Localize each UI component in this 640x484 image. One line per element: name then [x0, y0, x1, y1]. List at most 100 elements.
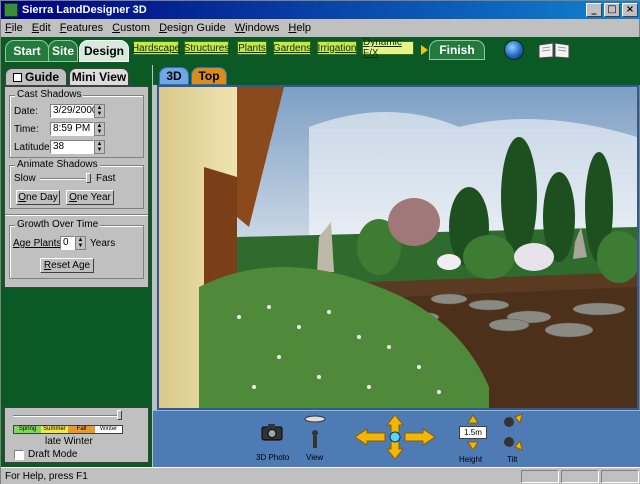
- animate-shadows-group: Animate Shadows Slow Fast One Day One Ye…: [9, 159, 144, 209]
- speed-slider-thumb[interactable]: [86, 173, 91, 183]
- height-up-icon[interactable]: [467, 414, 479, 424]
- cast-shadows-group: Cast Shadows Date: 3/29/2000 ▲ ▼ Time: 8:…: [9, 89, 144, 158]
- menu-edit[interactable]: Edit: [32, 22, 51, 34]
- slow-label: Slow: [14, 173, 36, 184]
- one-day-label: One Day: [18, 192, 58, 203]
- season-bar: Spring Summer Fall Winter: [13, 425, 123, 434]
- fast-label: Fast: [96, 173, 116, 184]
- tilt-label: Tilt: [507, 455, 518, 464]
- season-winter: Winter: [95, 426, 122, 433]
- season-slider-thumb[interactable]: [117, 410, 122, 420]
- subtab-dynamic-fx[interactable]: Dynamic F/X: [362, 37, 414, 59]
- main-nav: Start Site Design Hardscape Structures P…: [1, 37, 640, 65]
- globe-icon[interactable]: [504, 40, 524, 60]
- tab-guide[interactable]: Guide: [5, 68, 67, 86]
- menu-windows[interactable]: Windows: [235, 22, 280, 34]
- years-label: Years: [90, 238, 116, 249]
- maximize-button[interactable]: □: [604, 3, 620, 17]
- 3d-viewport[interactable]: [157, 85, 639, 410]
- status-bar: For Help, press F1: [1, 467, 640, 484]
- tab-finish[interactable]: Finish: [429, 40, 485, 60]
- menu-file[interactable]: File: [5, 22, 23, 34]
- view-label: View: [306, 453, 324, 462]
- season-summer: Summer: [41, 426, 68, 433]
- book-icon[interactable]: [537, 42, 571, 59]
- latitude-field[interactable]: 38: [50, 140, 94, 154]
- camera-icon[interactable]: [261, 423, 283, 441]
- age-spinner[interactable]: ▲ ▼: [75, 236, 86, 250]
- one-year-label: One Year: [69, 192, 111, 203]
- app-window: Sierra LandDesigner 3D _ □ × File Edit F…: [0, 0, 640, 484]
- mini-view-panel: Cast Shadows Date: 3/29/2000 ▲ ▼ Time: 8:…: [4, 86, 149, 288]
- season-slider-track[interactable]: [13, 415, 121, 417]
- menu-custom[interactable]: Custom: [112, 22, 150, 34]
- growth-group: Growth Over Time Age Plants: 0 ▲ ▼ Years …: [9, 219, 144, 279]
- app-icon: [4, 3, 18, 17]
- subtab-hardscape[interactable]: Hardscape: [132, 41, 180, 55]
- one-year-button[interactable]: One Year: [66, 190, 114, 205]
- one-day-button[interactable]: One Day: [16, 190, 60, 205]
- subtab-gardens[interactable]: Gardens: [273, 41, 311, 55]
- window-title: Sierra LandDesigner 3D: [22, 4, 147, 16]
- close-button[interactable]: ×: [622, 3, 638, 17]
- panel-divider: [5, 214, 148, 216]
- time-label: Time:: [14, 124, 39, 135]
- height-label: Height: [459, 455, 483, 464]
- reset-age-label: Reset Age: [43, 260, 91, 271]
- tab-design[interactable]: Design: [79, 40, 129, 62]
- reset-age-button[interactable]: Reset Age: [40, 258, 94, 273]
- height-field[interactable]: 1.5m: [459, 426, 487, 439]
- time-spinner[interactable]: ▲ ▼: [94, 122, 105, 136]
- status-cell-2: [561, 470, 599, 483]
- tab-guide-label: Guide: [24, 70, 59, 84]
- arrow-right-icon: [421, 45, 428, 55]
- cast-shadows-title: Cast Shadows: [15, 89, 84, 100]
- view-tabs: 3D Top: [153, 65, 640, 85]
- tilt-up-icon[interactable]: [503, 413, 523, 429]
- time-field[interactable]: 8:59 PM: [50, 122, 94, 136]
- subtab-irrigation[interactable]: Irrigation: [317, 41, 357, 55]
- date-spinner[interactable]: ▲ ▼: [94, 104, 105, 118]
- tab-mini-view[interactable]: Mini View: [69, 68, 129, 86]
- menu-design-guide[interactable]: Design Guide: [159, 22, 226, 34]
- age-plants-label: Age Plants:: [13, 238, 65, 249]
- height-down-icon[interactable]: [467, 441, 479, 451]
- tab-top[interactable]: Top: [191, 67, 227, 85]
- tab-3d[interactable]: 3D: [159, 67, 189, 85]
- season-current: late Winter: [45, 436, 93, 447]
- subtab-structures[interactable]: Structures: [184, 41, 229, 55]
- 3d-photo-label: 3D Photo: [256, 453, 290, 462]
- animate-shadows-title: Animate Shadows: [15, 159, 100, 170]
- tilt-down-icon[interactable]: [503, 435, 523, 451]
- latitude-spinner[interactable]: ▲ ▼: [94, 140, 105, 154]
- window-controls: _ □ ×: [586, 3, 638, 17]
- title-bar: Sierra LandDesigner 3D _ □ ×: [1, 1, 640, 19]
- status-text: For Help, press F1: [5, 471, 88, 482]
- draft-mode-label: Draft Mode: [28, 449, 78, 460]
- guide-icon: [12, 72, 22, 82]
- garden-scene-image: [159, 87, 637, 408]
- age-field[interactable]: 0: [60, 236, 75, 250]
- season-panel: Spring Summer Fall Winter late Winter Dr…: [4, 407, 149, 463]
- date-label: Date:: [14, 106, 38, 117]
- growth-title: Growth Over Time: [15, 219, 101, 230]
- left-panel: Guide Mini View Cast Shadows Date: 3/29/…: [1, 65, 152, 467]
- draft-mode-checkbox[interactable]: [14, 450, 24, 460]
- season-spring: Spring: [14, 426, 41, 433]
- tab-start[interactable]: Start: [5, 40, 49, 62]
- season-fall: Fall: [68, 426, 95, 433]
- speed-slider-track[interactable]: [40, 178, 92, 180]
- menu-bar: File Edit Features Custom Design Guide W…: [1, 19, 640, 37]
- menu-features[interactable]: Features: [60, 22, 103, 34]
- view-person-icon[interactable]: [303, 413, 327, 453]
- latitude-label: Latitude:: [14, 142, 53, 153]
- subtab-plants[interactable]: Plants: [237, 41, 267, 55]
- status-cells: [521, 470, 639, 483]
- status-cell-3: [601, 470, 639, 483]
- date-field[interactable]: 3/29/2000: [50, 104, 98, 118]
- tab-site[interactable]: Site: [48, 40, 78, 62]
- move-arrows-icon[interactable]: [355, 415, 435, 459]
- minimize-button[interactable]: _: [586, 3, 602, 17]
- menu-help[interactable]: Help: [288, 22, 311, 34]
- status-cell-1: [521, 470, 559, 483]
